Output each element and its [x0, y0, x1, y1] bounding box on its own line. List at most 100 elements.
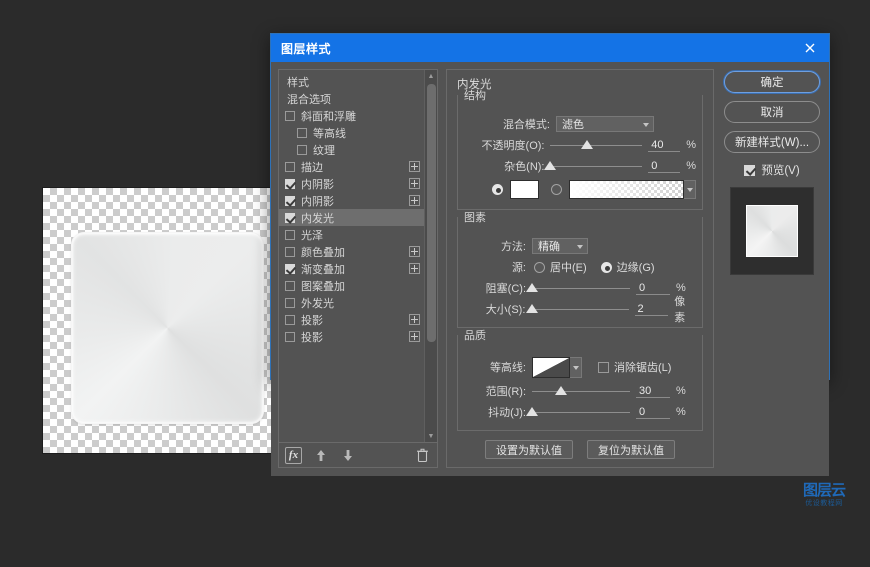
sidebar-item-label: 内阴影 [301, 178, 334, 191]
scrollbar-thumb[interactable] [427, 84, 436, 342]
sidebar-item-13[interactable]: 外发光 [279, 294, 424, 311]
sidebar-item-15[interactable]: 投影 [279, 328, 424, 345]
add-effect-icon[interactable] [409, 263, 420, 274]
blend-mode-select[interactable]: 滤色 [556, 116, 654, 132]
document-canvas[interactable] [42, 187, 280, 454]
chevron-down-icon[interactable] [684, 179, 696, 199]
sidebar-item-checkbox[interactable] [285, 229, 295, 240]
fx-icon[interactable]: fx [285, 446, 302, 464]
quality-fieldset: 品质 等高线: 消除锯齿(L) 范围(R): 30 % 抖动(J): 0 % [457, 330, 703, 431]
glow-gradient-preview[interactable] [569, 179, 685, 199]
opacity-slider-thumb[interactable] [581, 140, 594, 149]
preview-artwork [746, 205, 798, 257]
cancel-button[interactable]: 取消 [724, 101, 820, 123]
sidebar-item-5[interactable]: 描边 [279, 158, 424, 175]
choke-slider-thumb[interactable] [526, 283, 538, 292]
add-effect-icon[interactable] [409, 246, 420, 257]
add-effect-icon[interactable] [409, 178, 420, 189]
add-effect-icon[interactable] [409, 161, 420, 172]
sidebar-item-8[interactable]: 内发光 [279, 209, 424, 226]
fill-gradient-radio[interactable] [551, 183, 563, 195]
jitter-value[interactable]: 0 [636, 405, 670, 419]
range-value[interactable]: 30 [636, 384, 670, 398]
sidebar-item-checkbox[interactable] [285, 110, 295, 121]
preview-checkbox[interactable] [744, 164, 756, 176]
sidebar-item-7[interactable]: 内阴影 [279, 192, 424, 209]
size-slider[interactable] [526, 302, 629, 316]
trash-icon[interactable] [414, 447, 431, 464]
noise-slider-thumb[interactable] [544, 161, 557, 170]
add-effect-icon[interactable] [409, 314, 420, 325]
sidebar-item-checkbox[interactable] [285, 212, 295, 223]
sidebar-item-checkbox[interactable] [285, 246, 295, 257]
choke-value[interactable]: 0 [636, 281, 670, 295]
noise-slider[interactable] [544, 159, 643, 173]
size-slider-thumb[interactable] [526, 304, 539, 313]
sidebar-item-checkbox[interactable] [297, 144, 307, 155]
choke-row: 阻塞(C): 0 % [464, 279, 696, 297]
sidebar-item-3[interactable]: 等高线 [279, 124, 424, 141]
preview-thumbnail [730, 187, 814, 275]
ok-button[interactable]: 确定 [724, 71, 820, 93]
close-icon[interactable] [791, 34, 829, 62]
opacity-slider[interactable] [550, 138, 643, 152]
source-center-radio[interactable] [534, 261, 545, 273]
default-buttons-group: 设置为默认值 复位为默认值 [457, 440, 703, 459]
source-edge-radio[interactable] [600, 261, 612, 273]
noise-row: 杂色(N): 0 % [464, 157, 696, 175]
sidebar-item-label: 光泽 [301, 229, 323, 242]
scroll-up-arrow-icon[interactable]: ▲ [425, 70, 437, 82]
sidebar-item-9[interactable]: 光泽 [279, 226, 424, 243]
style-list-scrollbar[interactable]: ▲ ▼ [424, 70, 437, 442]
sidebar-item-11[interactable]: 渐变叠加 [279, 260, 424, 277]
antialias-checkbox[interactable] [598, 361, 609, 373]
jitter-row: 抖动(J): 0 % [464, 403, 696, 421]
add-effect-icon[interactable] [409, 331, 420, 342]
arrow-up-icon[interactable] [312, 447, 329, 464]
contour-preview[interactable] [532, 356, 570, 378]
sidebar-item-4[interactable]: 纹理 [279, 141, 424, 158]
sidebar-item-2[interactable]: 斜面和浮雕 [279, 107, 424, 124]
sidebar-item-0[interactable]: 样式 [279, 73, 424, 90]
reset-default-button[interactable]: 复位为默认值 [587, 440, 675, 459]
sidebar-item-checkbox[interactable] [285, 263, 295, 274]
sidebar-item-12[interactable]: 图案叠加 [279, 277, 424, 294]
arrow-down-icon[interactable] [339, 447, 356, 464]
new-style-button[interactable]: 新建样式(W)... [724, 131, 820, 153]
sidebar-item-checkbox[interactable] [285, 297, 295, 308]
sidebar-item-6[interactable]: 内阴影 [279, 175, 424, 192]
style-list[interactable]: 样式 混合选项 斜面和浮雕 等高线 纹理 描边 内阴影 内阴影 内发光 光泽 颜色叠加 渐变叠加 图案叠… [279, 70, 437, 442]
glow-color-swatch[interactable] [510, 179, 540, 199]
sidebar-item-checkbox[interactable] [285, 314, 295, 325]
sidebar-item-checkbox[interactable] [285, 195, 295, 206]
sidebar-item-checkbox[interactable] [297, 127, 307, 138]
sidebar-item-1[interactable]: 混合选项 [279, 90, 424, 107]
make-default-button[interactable]: 设置为默认值 [485, 440, 573, 459]
choke-slider[interactable] [526, 281, 630, 295]
sidebar-item-checkbox[interactable] [285, 280, 295, 291]
sidebar-item-label: 图案叠加 [301, 280, 345, 293]
opacity-value[interactable]: 40 [648, 138, 681, 152]
sidebar-item-checkbox[interactable] [285, 161, 295, 172]
inner-glow-panel: 内发光 结构 混合模式: 滤色 不透明度(O): 40 % 杂色(N): 0 %… [446, 69, 714, 468]
sidebar-item-14[interactable]: 投影 [279, 311, 424, 328]
add-effect-icon[interactable] [409, 195, 420, 206]
jitter-slider[interactable] [526, 405, 630, 419]
preview-label: 预览(V) [761, 165, 800, 177]
range-slider[interactable] [532, 384, 630, 398]
jitter-unit: % [676, 406, 686, 418]
technique-select[interactable]: 精确 [532, 238, 588, 254]
contour-row: 等高线: 消除锯齿(L) [464, 355, 696, 379]
sidebar-item-checkbox[interactable] [285, 178, 295, 189]
noise-value[interactable]: 0 [648, 159, 681, 173]
sidebar-item-10[interactable]: 颜色叠加 [279, 243, 424, 260]
sidebar-item-checkbox[interactable] [285, 331, 295, 342]
size-value[interactable]: 2 [634, 302, 669, 316]
sidebar-item-label: 内阴影 [301, 195, 334, 208]
scroll-down-arrow-icon[interactable]: ▼ [425, 430, 437, 442]
jitter-slider-thumb[interactable] [526, 407, 538, 416]
range-slider-thumb[interactable] [555, 386, 568, 395]
sidebar-item-label: 内发光 [301, 212, 334, 225]
fill-color-radio[interactable] [492, 183, 503, 195]
contour-chevron-down-icon[interactable] [570, 356, 582, 378]
